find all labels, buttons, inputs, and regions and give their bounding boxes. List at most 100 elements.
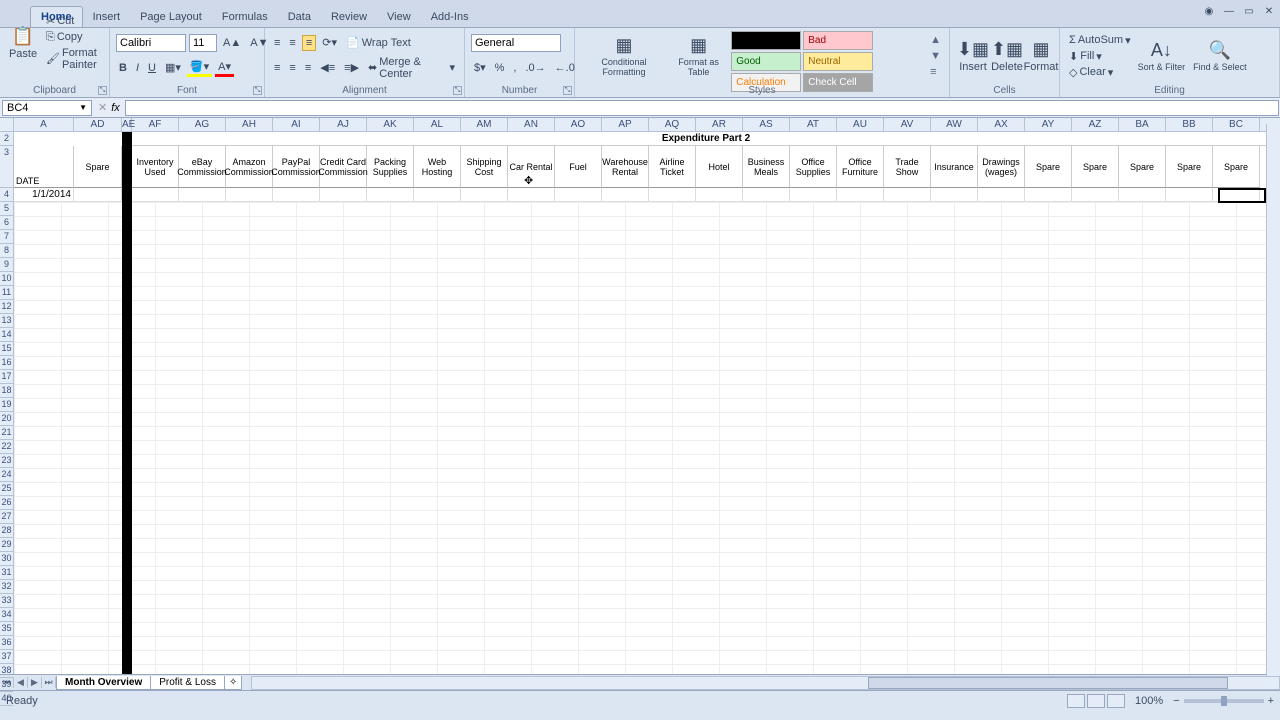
sheet-nav-next-icon[interactable]: ▶ xyxy=(28,677,42,688)
row-header[interactable]: 27 xyxy=(0,510,13,524)
increase-font-icon[interactable]: A▲ xyxy=(220,36,244,50)
col-header[interactable]: AZ xyxy=(1072,118,1119,131)
data-cell[interactable] xyxy=(461,188,508,201)
view-normal-icon[interactable] xyxy=(1067,694,1085,708)
fill-button[interactable]: ⬇ Fill ▾ xyxy=(1066,49,1134,64)
close-icon[interactable]: ✕ xyxy=(1262,4,1276,18)
copy-button[interactable]: ⎘ Copy xyxy=(43,30,103,45)
column-header-cell[interactable]: Fuel xyxy=(555,146,602,188)
row-header[interactable]: 14 xyxy=(0,328,13,342)
column-header-cell[interactable]: Spare xyxy=(1025,146,1072,188)
worksheet-grid[interactable]: AADAEAFAGAHAIAJAKALAMANAOAPAQARASATAUAVA… xyxy=(0,118,1280,674)
row-header[interactable]: 34 xyxy=(0,608,13,622)
indent-decrease-icon[interactable]: ◀≡ xyxy=(317,60,338,75)
row-header[interactable]: 3 xyxy=(0,146,13,188)
row-header[interactable]: 25 xyxy=(0,482,13,496)
data-cell[interactable] xyxy=(1072,188,1119,201)
format-as-table-button[interactable]: ▦Format as Table xyxy=(667,30,730,82)
styles-more-icon[interactable]: ≡ xyxy=(930,66,941,78)
data-cell[interactable] xyxy=(132,188,179,201)
data-cell[interactable] xyxy=(74,188,122,201)
column-header-cell[interactable]: eBay Commission xyxy=(179,146,226,188)
paste-button[interactable]: 📋Paste xyxy=(6,24,40,62)
clipboard-dialog-launcher[interactable]: ⤡ xyxy=(98,86,107,95)
data-cell[interactable] xyxy=(273,188,320,201)
column-header-cell[interactable]: Warehouse Rental xyxy=(602,146,649,188)
zoom-level[interactable]: 100% xyxy=(1135,695,1163,707)
row-header[interactable]: 2 xyxy=(0,132,13,146)
row-header[interactable]: 5 xyxy=(0,202,13,216)
zoom-out-icon[interactable]: − xyxy=(1173,695,1179,707)
col-header[interactable]: AS xyxy=(743,118,790,131)
row-header[interactable]: 18 xyxy=(0,384,13,398)
col-header[interactable]: BB xyxy=(1166,118,1213,131)
delete-cells-button[interactable]: ⬆▦Delete xyxy=(990,30,1024,82)
row-header[interactable]: 30 xyxy=(0,552,13,566)
column-header-cell[interactable]: Packing Supplies xyxy=(367,146,414,188)
column-header-cell[interactable]: Spare xyxy=(74,146,122,188)
underline-button[interactable]: U xyxy=(145,61,159,75)
style-bad[interactable]: Bad xyxy=(803,31,873,50)
row-header[interactable]: 31 xyxy=(0,566,13,580)
row-header[interactable]: 21 xyxy=(0,426,13,440)
column-header-cell[interactable]: Amazon Commission xyxy=(226,146,273,188)
col-header[interactable]: AO xyxy=(555,118,602,131)
row-header[interactable]: 36 xyxy=(0,636,13,650)
align-top-icon[interactable]: ≡ xyxy=(271,36,283,50)
row-header[interactable]: 8 xyxy=(0,244,13,258)
column-header-cell[interactable]: PayPal Commission xyxy=(273,146,320,188)
decrease-decimal-icon[interactable]: ←.0 xyxy=(552,61,578,75)
row-header[interactable]: 7 xyxy=(0,230,13,244)
select-all-corner[interactable] xyxy=(0,118,14,132)
font-dialog-launcher[interactable]: ⤡ xyxy=(253,86,262,95)
data-cell[interactable] xyxy=(696,188,743,201)
row-header[interactable]: 33 xyxy=(0,594,13,608)
col-header[interactable]: AE xyxy=(122,118,132,131)
row-header[interactable]: 32 xyxy=(0,580,13,594)
col-header[interactable]: AT xyxy=(790,118,837,131)
clear-button[interactable]: ◇ Clear ▾ xyxy=(1066,65,1134,80)
indent-increase-icon[interactable]: ≡▶ xyxy=(341,60,362,75)
align-left-icon[interactable]: ≡ xyxy=(271,61,283,75)
data-cell[interactable] xyxy=(1166,188,1213,201)
col-header[interactable]: A xyxy=(14,118,74,131)
number-format-select[interactable] xyxy=(471,34,561,52)
name-box[interactable]: BC4▼ xyxy=(2,100,92,116)
row-header[interactable]: 26 xyxy=(0,496,13,510)
align-bottom-icon[interactable]: ≡ xyxy=(302,35,316,51)
style-neutral[interactable]: Neutral xyxy=(803,52,873,71)
row-header[interactable]: 17 xyxy=(0,370,13,384)
fx-icon[interactable]: fx xyxy=(111,102,120,114)
row-header[interactable]: 16 xyxy=(0,356,13,370)
zoom-in-icon[interactable]: + xyxy=(1268,695,1274,707)
col-header[interactable]: AD xyxy=(74,118,122,131)
horizontal-scrollbar[interactable] xyxy=(251,676,1280,690)
zoom-slider[interactable] xyxy=(1184,699,1264,703)
row-header[interactable]: 39 xyxy=(0,678,13,692)
find-select-button[interactable]: 🔍Find & Select xyxy=(1189,38,1251,74)
autosum-button[interactable]: Σ AutoSum ▾ xyxy=(1066,33,1134,48)
formula-input[interactable] xyxy=(125,100,1279,116)
col-header[interactable]: AW xyxy=(931,118,978,131)
align-center-icon[interactable]: ≡ xyxy=(286,61,298,75)
row-header[interactable]: 35 xyxy=(0,622,13,636)
row-header[interactable]: 37 xyxy=(0,650,13,664)
data-cell[interactable] xyxy=(508,188,555,201)
font-name-input[interactable] xyxy=(116,34,186,52)
sheet-tab-new[interactable]: ✧ xyxy=(224,676,242,690)
data-cell[interactable] xyxy=(555,188,602,201)
col-header[interactable]: AI xyxy=(273,118,320,131)
wrap-text-button[interactable]: 📄 Wrap Text xyxy=(343,35,414,50)
row-header[interactable]: 22 xyxy=(0,440,13,454)
col-header[interactable]: AV xyxy=(884,118,931,131)
row-header[interactable]: 4 xyxy=(0,188,13,202)
data-cell[interactable] xyxy=(978,188,1025,201)
col-header[interactable]: AU xyxy=(837,118,884,131)
tab-formulas[interactable]: Formulas xyxy=(212,7,278,27)
tab-page-layout[interactable]: Page Layout xyxy=(130,7,212,27)
column-header-cell[interactable]: Hotel xyxy=(696,146,743,188)
fx-cancel-icon[interactable]: ✕ xyxy=(98,101,107,114)
column-header-cell[interactable]: Spare xyxy=(1166,146,1213,188)
merge-center-button[interactable]: ⬌ Merge & Center ▾ xyxy=(365,55,458,81)
align-right-icon[interactable]: ≡ xyxy=(302,61,314,75)
